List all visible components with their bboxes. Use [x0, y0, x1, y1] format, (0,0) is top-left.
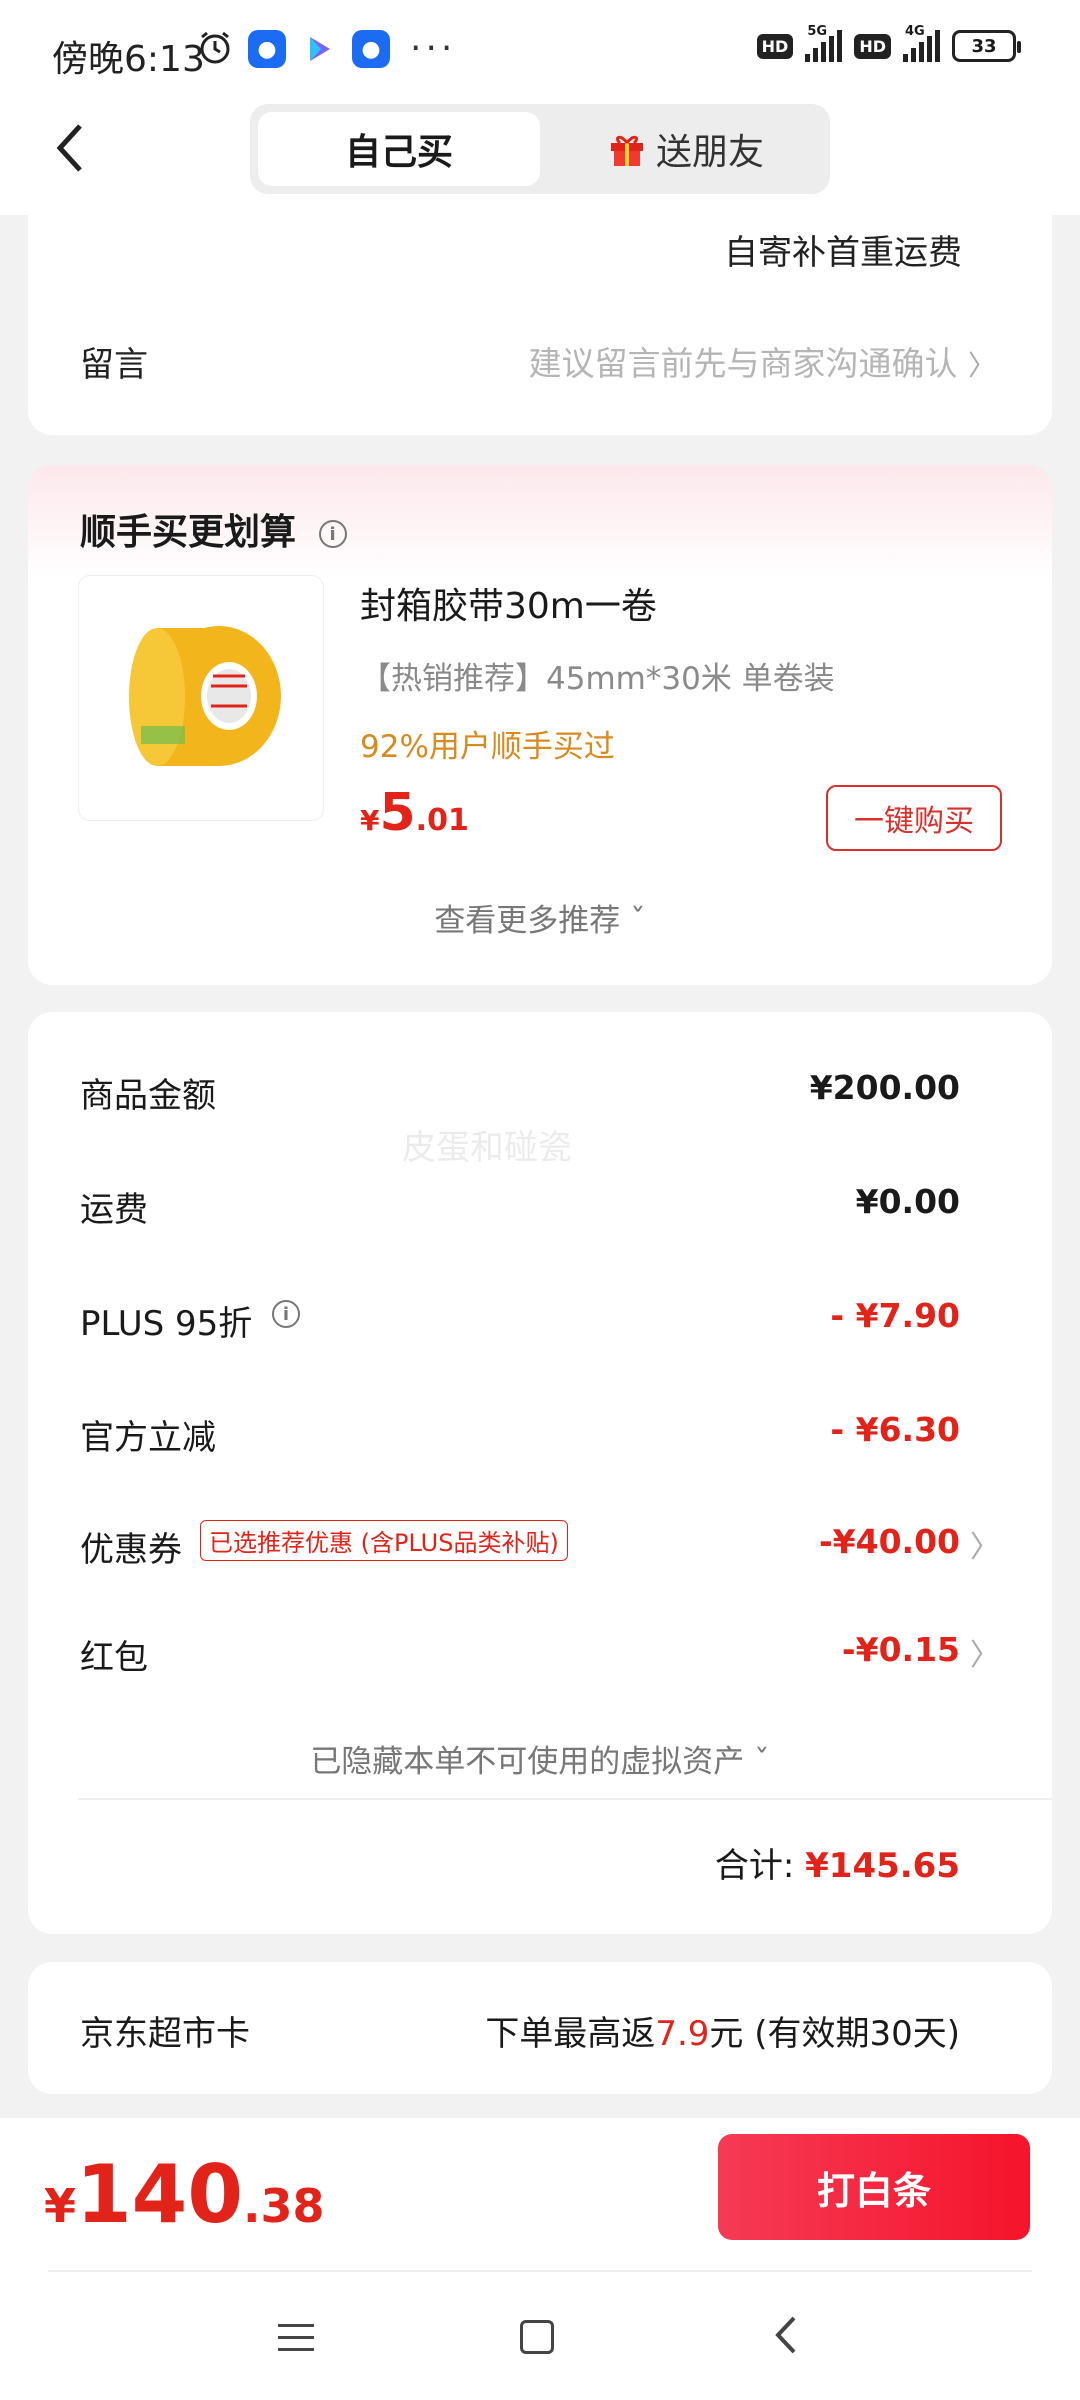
checkout-bar: ¥140.38 打白条: [0, 2118, 1080, 2400]
gift-icon: [608, 130, 646, 168]
hidden-assets-toggle[interactable]: 已隐藏本单不可使用的虚拟资产 ˇ: [28, 1736, 1052, 1781]
row-value: - ¥7.90: [830, 1296, 960, 1335]
tab-buy-for-self[interactable]: 自己买: [258, 112, 540, 186]
row-label: 优惠券: [80, 1530, 182, 1570]
supermarket-card-reward: 下单最高返7.9元 (有效期30天): [485, 2006, 960, 2055]
battery-icon: 33: [952, 30, 1021, 62]
one-click-buy-button[interactable]: 一键购买: [826, 785, 1002, 851]
more-recommend-link[interactable]: 查看更多推荐 ˇ: [28, 895, 1052, 940]
pay-decimal: .38: [243, 2179, 325, 2233]
recommend-card: 顺手买更划算 i 封箱胶带30m一卷 【热销推荐】45mm*30米 单卷装 92…: [28, 465, 1052, 985]
price-integer: 5: [379, 783, 416, 843]
status-bar: 傍晚6:13 ● ● ··· HD 5G HD 4G 33: [0, 0, 1080, 100]
divider: [78, 1798, 1052, 1800]
app-icon-blue: ●: [248, 30, 286, 68]
product-spec: 【热销推荐】45mm*30米 单卷装: [360, 661, 835, 697]
message-input[interactable]: 建议留言前先与商家沟通确认 〉: [528, 337, 996, 385]
product-price: ¥5.01: [360, 783, 469, 843]
home-icon[interactable]: [520, 2320, 554, 2354]
recommend-title-text: 顺手买更划算: [80, 512, 297, 553]
back-button[interactable]: [50, 118, 110, 188]
message-hint: 建议留言前先与商家沟通确认: [528, 344, 958, 383]
status-right: HD 5G HD 4G 33: [756, 24, 1021, 62]
status-more: ···: [410, 28, 457, 69]
header: 自己买 送朋友: [0, 100, 1080, 215]
system-nav-bar: [0, 2288, 1080, 2388]
divider: [48, 2270, 1032, 2272]
product-image[interactable]: [78, 575, 324, 821]
row-label: 红包: [80, 1638, 148, 1678]
row-label: 官方立减: [80, 1418, 216, 1458]
network-5g-label: 5G: [807, 24, 828, 39]
pay-currency: ¥: [44, 2179, 77, 2233]
alarm-icon: [196, 28, 234, 70]
shipping-card: 自寄补首重运费 留言 建议留言前先与商家沟通确认 〉: [28, 215, 1052, 435]
row-value: -¥40.00: [818, 1522, 960, 1561]
info-icon[interactable]: i: [318, 520, 347, 548]
info-icon[interactable]: i: [272, 1300, 300, 1328]
tape-roll-icon: [129, 626, 281, 766]
row-label: PLUS 95折: [80, 1304, 253, 1344]
row-value: ¥0.00: [855, 1182, 960, 1221]
total-label: 合计:: [714, 1846, 806, 1886]
reward-suffix: 元 (有效期30天): [709, 2014, 960, 2054]
row-label: 商品金额: [80, 1076, 216, 1116]
product-name[interactable]: 封箱胶带30m一卷: [360, 577, 657, 629]
back-nav-icon[interactable]: [770, 2310, 800, 2372]
watermark: 皮蛋和碰瓷: [402, 1128, 572, 1168]
supermarket-card-label: 京东超市卡: [80, 2014, 250, 2054]
chevron-right-icon: 〉: [970, 1530, 1000, 1565]
chevron-left-icon: [56, 124, 82, 172]
play-store-icon: [300, 30, 338, 68]
row-value: ¥200.00: [809, 1068, 960, 1107]
row-plus-discount: PLUS 95折 i - ¥7.90: [80, 1296, 960, 1356]
pay-integer: 140: [76, 2148, 244, 2241]
status-time: 傍晚6:13: [52, 39, 205, 80]
price-currency: ¥: [360, 804, 380, 837]
hd-badge-2: HD: [854, 33, 891, 59]
row-coupon[interactable]: 优惠券 已选推荐优惠 (含PLUS品类补贴) -¥40.00 〉: [80, 1520, 1000, 1582]
row-value: - ¥6.30: [830, 1410, 960, 1449]
row-goods-amount: 商品金额 ¥200.00: [80, 1068, 960, 1128]
hd-badge: HD: [756, 33, 794, 59]
purchase-mode-switch: 自己买 送朋友: [250, 104, 830, 194]
row-red-packet[interactable]: 红包 -¥0.15 〉: [80, 1630, 1000, 1690]
row-label: 运费: [80, 1190, 148, 1230]
message-label: 留言: [80, 345, 148, 385]
row-official-reduction: 官方立减 - ¥6.30: [80, 1410, 960, 1470]
supermarket-card[interactable]: 京东超市卡 下单最高返7.9元 (有效期30天): [28, 1962, 1052, 2094]
network-4g-label: 4G: [905, 24, 925, 39]
menu-icon[interactable]: [278, 2324, 314, 2354]
price-decimal: .01: [415, 803, 469, 838]
pay-amount: ¥140.38: [44, 2148, 325, 2241]
chevron-right-icon: 〉: [970, 1638, 1000, 1673]
total-value: ¥145.65: [805, 1846, 960, 1886]
tab-send-to-friend[interactable]: 送朋友: [550, 112, 822, 186]
recommend-title: 顺手买更划算 i: [80, 503, 347, 555]
reward-amount: 7.9: [655, 2014, 710, 2054]
row-value: -¥0.15: [841, 1630, 960, 1669]
status-app-icons: ● ●: [196, 28, 390, 70]
app-icon-blue-2: ●: [352, 30, 390, 68]
row-shipping-fee: 运费 ¥0.00: [80, 1182, 960, 1242]
shipping-note: 自寄补首重运费: [724, 233, 962, 273]
tab-gift-label: 送朋友: [655, 132, 764, 173]
coupon-tag: 已选推荐优惠 (含PLUS品类补贴): [200, 1520, 568, 1561]
product-social-proof: 92%用户顺手买过: [360, 729, 615, 765]
order-total: 合计: ¥145.65: [715, 1838, 960, 1887]
chevron-right-icon: 〉: [967, 349, 996, 382]
pay-with-baitiao-button[interactable]: 打白条: [718, 2134, 1030, 2240]
signal-5g-icon: 5G: [805, 24, 843, 62]
reward-prefix: 下单最高返: [485, 2014, 656, 2054]
signal-4g-icon: 4G: [903, 24, 940, 62]
